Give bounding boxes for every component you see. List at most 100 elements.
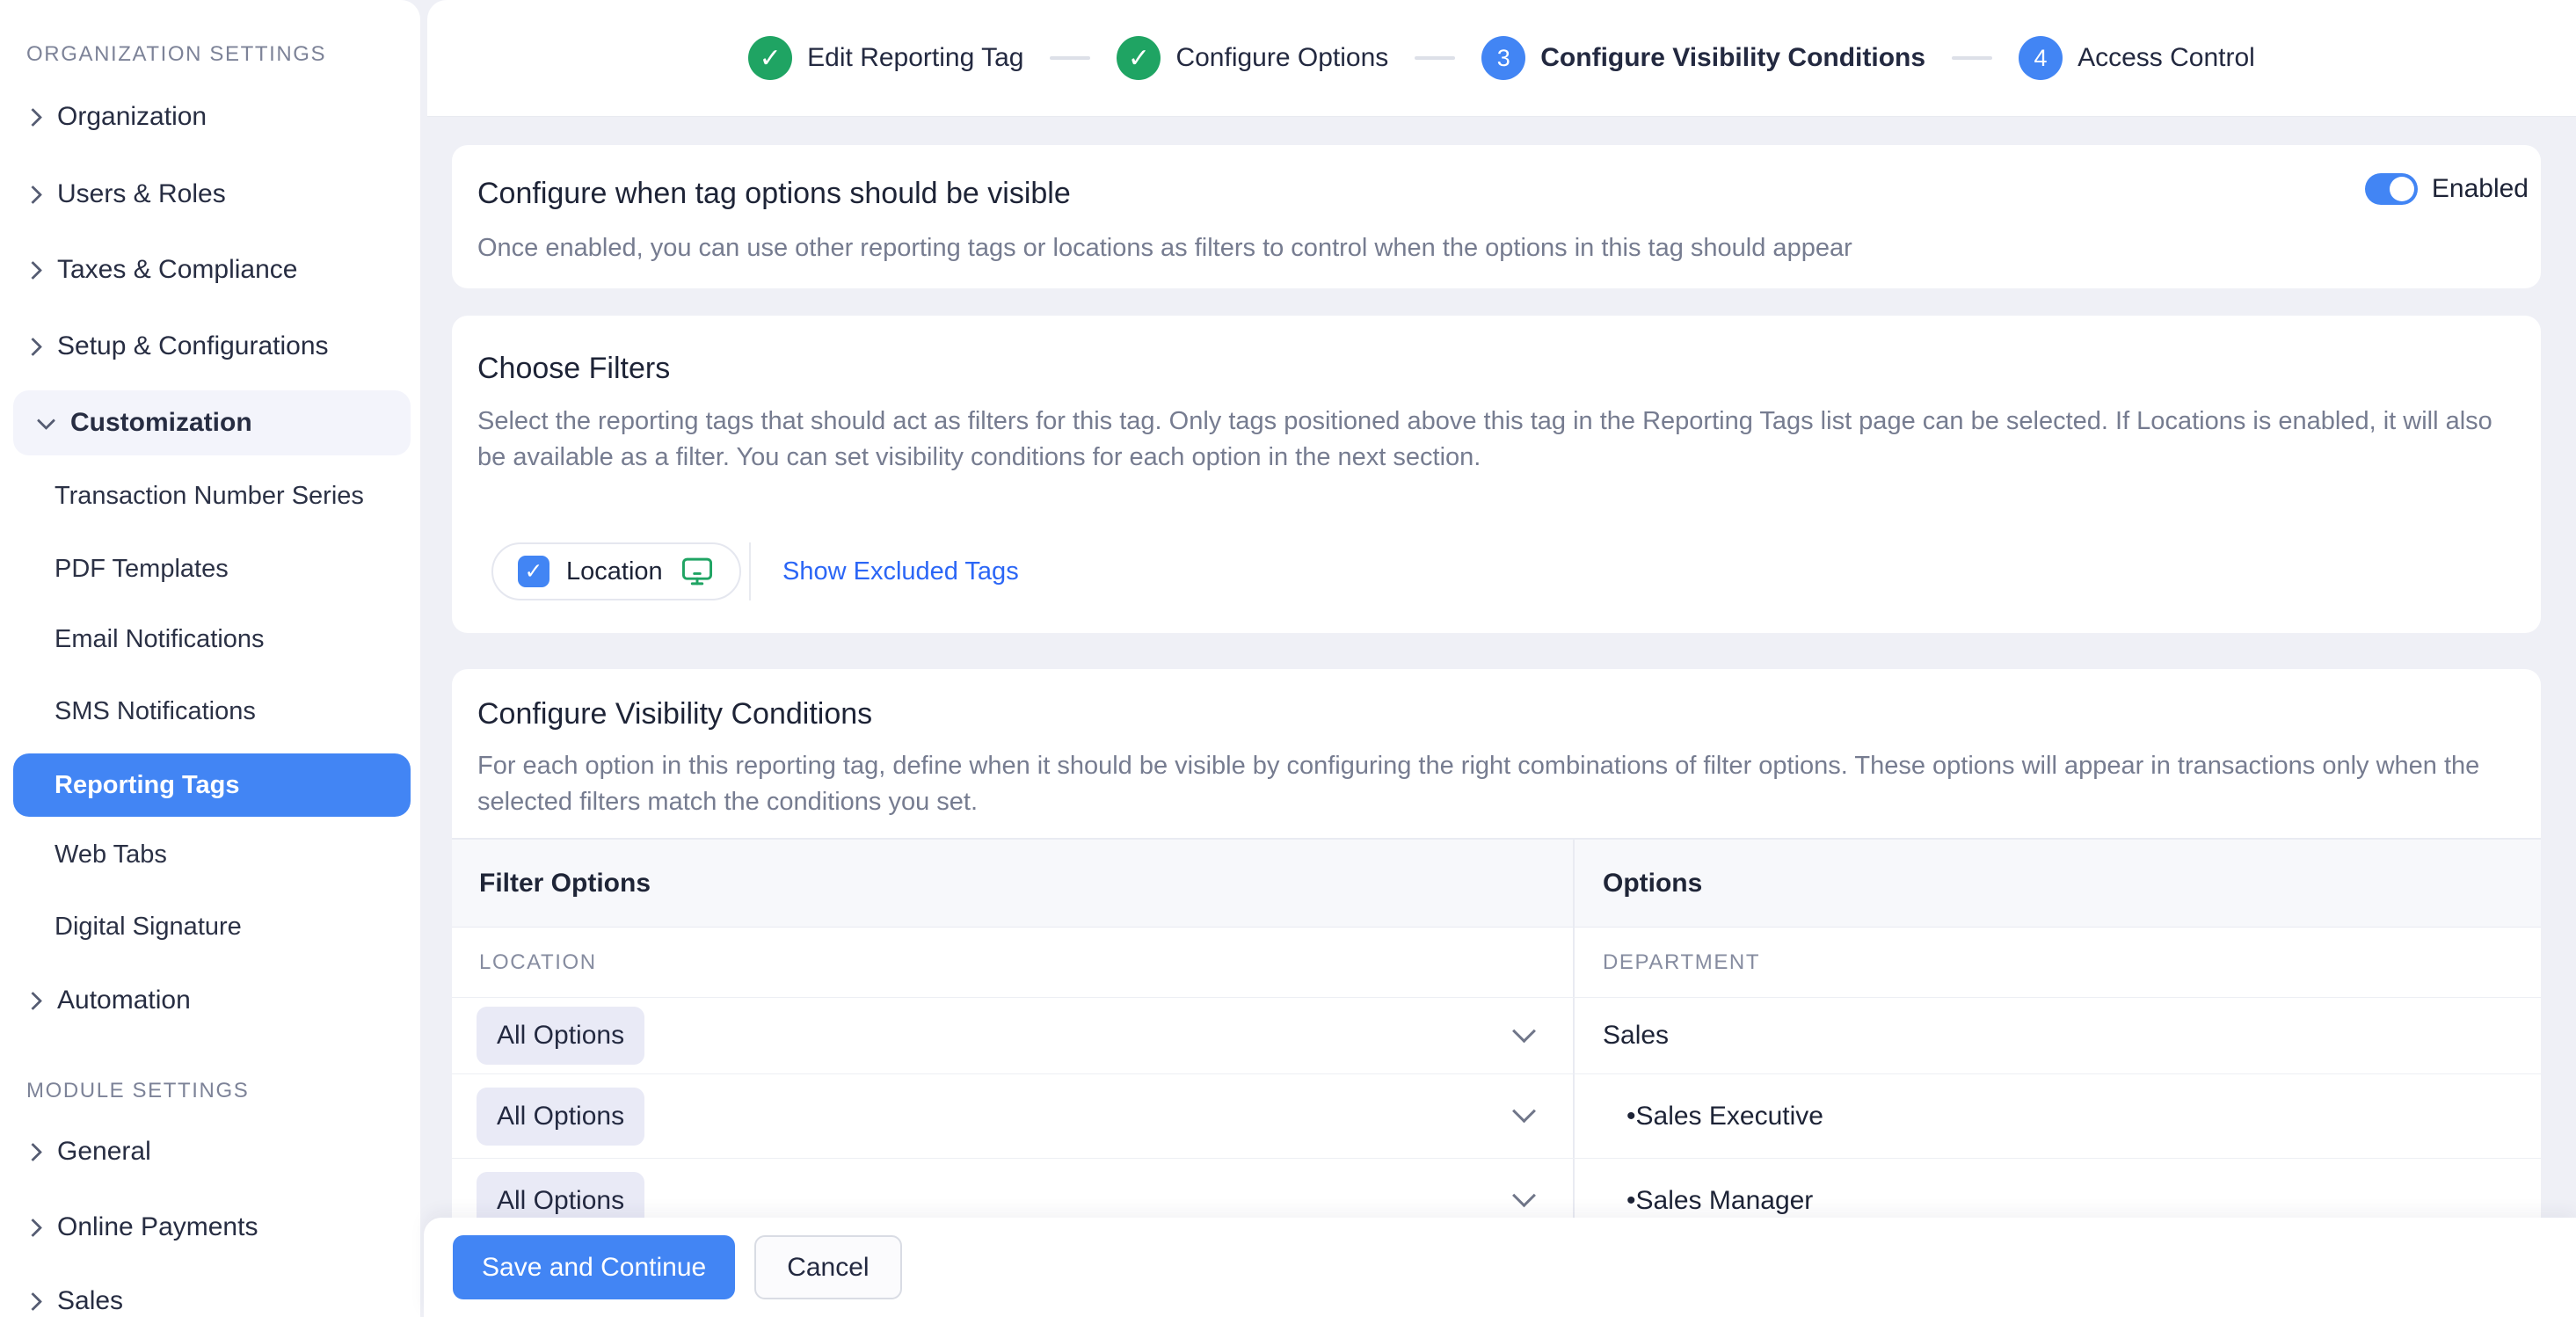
sidebar-item-general[interactable]: General	[0, 1114, 420, 1190]
chevron-right-icon	[24, 991, 42, 1009]
sidebar-item-label: Taxes & Compliance	[57, 255, 297, 285]
chevron-down-icon	[37, 411, 55, 429]
sidebar-item-label: Reporting Tags	[55, 771, 240, 800]
filter-cell: All Options	[452, 998, 1575, 1073]
sidebar-item-transaction-number-series[interactable]: Transaction Number Series	[0, 458, 420, 534]
table-row: All Options Sales	[452, 998, 2541, 1074]
location-filter-pill[interactable]: ✓ Location	[491, 542, 741, 600]
step-completed-check-icon: ✓	[748, 36, 792, 80]
sidebar-item-online-payments[interactable]: Online Payments	[0, 1190, 420, 1265]
chevron-down-icon[interactable]	[1512, 1183, 1536, 1207]
sidebar-item-reporting-tags-selected[interactable]: Reporting Tags	[13, 753, 411, 817]
option-cell: Sales	[1575, 998, 2541, 1073]
conditions-table: Filter Options Options LOCATION DEPARTME…	[452, 838, 2541, 1243]
location-label: Location	[566, 557, 663, 586]
visibility-toggle-card: Configure when tag options should be vis…	[452, 145, 2541, 288]
card-title: Configure Visibility Conditions	[477, 697, 872, 731]
option-label: Sales	[1603, 1021, 1669, 1051]
option-bullet: •	[1626, 1186, 1636, 1216]
step-number-badge: 3	[1481, 36, 1525, 80]
step-label: Access Control	[2078, 43, 2255, 73]
chevron-right-icon	[24, 1142, 42, 1161]
table-row: All Options • Sales Executive	[452, 1074, 2541, 1159]
sidebar-item-label: Web Tabs	[55, 840, 167, 870]
sidebar-item-automation[interactable]: Automation	[0, 963, 420, 1038]
sidebar-item-label: SMS Notifications	[55, 697, 256, 726]
monitor-icon	[680, 556, 715, 587]
chevron-right-icon	[24, 1292, 42, 1310]
section-organization-settings: ORGANIZATION SETTINGS	[26, 42, 326, 67]
step-label: Edit Reporting Tag	[807, 43, 1023, 73]
filter-options-column-header: Filter Options	[452, 840, 1575, 927]
cancel-button[interactable]: Cancel	[754, 1235, 901, 1299]
sidebar-item-label: Online Payments	[57, 1212, 258, 1242]
location-group-label: LOCATION	[452, 928, 1575, 997]
enabled-toggle[interactable]	[2365, 173, 2418, 205]
all-options-dropdown[interactable]: All Options	[477, 1007, 644, 1065]
card-title: Configure when tag options should be vis…	[477, 177, 1071, 211]
chevron-right-icon	[24, 107, 42, 126]
step-connector	[1050, 56, 1090, 60]
options-column-header: Options	[1575, 840, 2541, 927]
sidebar-item-digital-signature[interactable]: Digital Signature	[0, 889, 420, 964]
option-cell: • Sales Executive	[1575, 1074, 2541, 1158]
toggle-knob	[2390, 177, 2414, 201]
enabled-toggle-group: Enabled	[2365, 171, 2529, 207]
sidebar-item-label: Users & Roles	[57, 179, 226, 209]
chevron-down-icon[interactable]	[1512, 1099, 1536, 1123]
chevron-right-icon	[24, 337, 42, 355]
step-configure-visibility-conditions[interactable]: 3 Configure Visibility Conditions	[1481, 36, 1925, 80]
show-excluded-tags-link[interactable]: Show Excluded Tags	[770, 542, 1031, 600]
chevron-right-icon	[24, 1218, 42, 1236]
sidebar-item-label: Transaction Number Series	[55, 482, 364, 511]
sidebar-item-label: Email Notifications	[55, 625, 265, 654]
step-number-badge: 4	[2019, 36, 2063, 80]
card-description: Once enabled, you can use other reportin…	[477, 230, 2526, 266]
step-connector	[1415, 56, 1455, 60]
sidebar-item-pdf-templates[interactable]: PDF Templates	[0, 531, 420, 607]
action-footer: Save and Continue Cancel	[424, 1218, 2576, 1317]
chevron-down-icon[interactable]	[1512, 1019, 1536, 1043]
department-group-label: DEPARTMENT	[1575, 928, 2541, 997]
sidebar-item-sms-notifications[interactable]: SMS Notifications	[0, 673, 420, 749]
table-header-row: Filter Options Options	[452, 838, 2541, 928]
step-label: Configure Visibility Conditions	[1540, 43, 1925, 73]
all-options-dropdown[interactable]: All Options	[477, 1088, 644, 1146]
step-connector	[1952, 56, 1992, 60]
option-label: Sales Executive	[1636, 1102, 1823, 1131]
chevron-right-icon	[24, 260, 42, 279]
chevron-right-icon	[24, 185, 42, 203]
sidebar-item-customization[interactable]: Customization	[13, 390, 411, 455]
vertical-divider	[749, 542, 751, 600]
filter-cell: All Options	[452, 1074, 1575, 1158]
card-description: Select the reporting tags that should ac…	[477, 404, 2526, 476]
reporting-tags-settings-page: ORGANIZATION SETTINGS Organization Users…	[0, 0, 2576, 1317]
step-label: Configure Options	[1175, 43, 1388, 73]
option-label: Sales Manager	[1636, 1186, 1814, 1216]
save-and-continue-button[interactable]: Save and Continue	[453, 1235, 735, 1299]
sidebar-item-users-roles[interactable]: Users & Roles	[0, 156, 420, 232]
choose-filters-card: Choose Filters Select the reporting tags…	[452, 316, 2541, 633]
sidebar-item-label: PDF Templates	[55, 555, 229, 584]
section-module-settings: MODULE SETTINGS	[26, 1079, 249, 1103]
sidebar-item-taxes-compliance[interactable]: Taxes & Compliance	[0, 232, 420, 308]
settings-sidebar: ORGANIZATION SETTINGS Organization Users…	[0, 0, 420, 1317]
card-title: Choose Filters	[477, 352, 670, 386]
sidebar-item-label: General	[57, 1137, 151, 1167]
sidebar-item-setup-configurations[interactable]: Setup & Configurations	[0, 309, 420, 384]
step-configure-options[interactable]: ✓ Configure Options	[1117, 36, 1388, 80]
wizard-stepper-bar: ✓ Edit Reporting Tag ✓ Configure Options…	[427, 0, 2576, 117]
toggle-label: Enabled	[2432, 174, 2529, 204]
wizard-stepper: ✓ Edit Reporting Tag ✓ Configure Options…	[748, 36, 2255, 80]
sidebar-item-organization[interactable]: Organization	[0, 79, 420, 155]
step-access-control[interactable]: 4 Access Control	[2019, 36, 2255, 80]
sidebar-item-label: Setup & Configurations	[57, 331, 329, 361]
sidebar-item-label: Sales	[57, 1286, 123, 1316]
step-edit-reporting-tag[interactable]: ✓ Edit Reporting Tag	[748, 36, 1023, 80]
sidebar-item-sales[interactable]: Sales	[0, 1263, 420, 1317]
sidebar-item-email-notifications[interactable]: Email Notifications	[0, 601, 420, 677]
sidebar-item-label: Automation	[57, 986, 191, 1015]
option-bullet: •	[1626, 1102, 1636, 1131]
location-checkbox[interactable]: ✓	[518, 556, 549, 587]
sidebar-item-web-tabs[interactable]: Web Tabs	[0, 817, 420, 892]
